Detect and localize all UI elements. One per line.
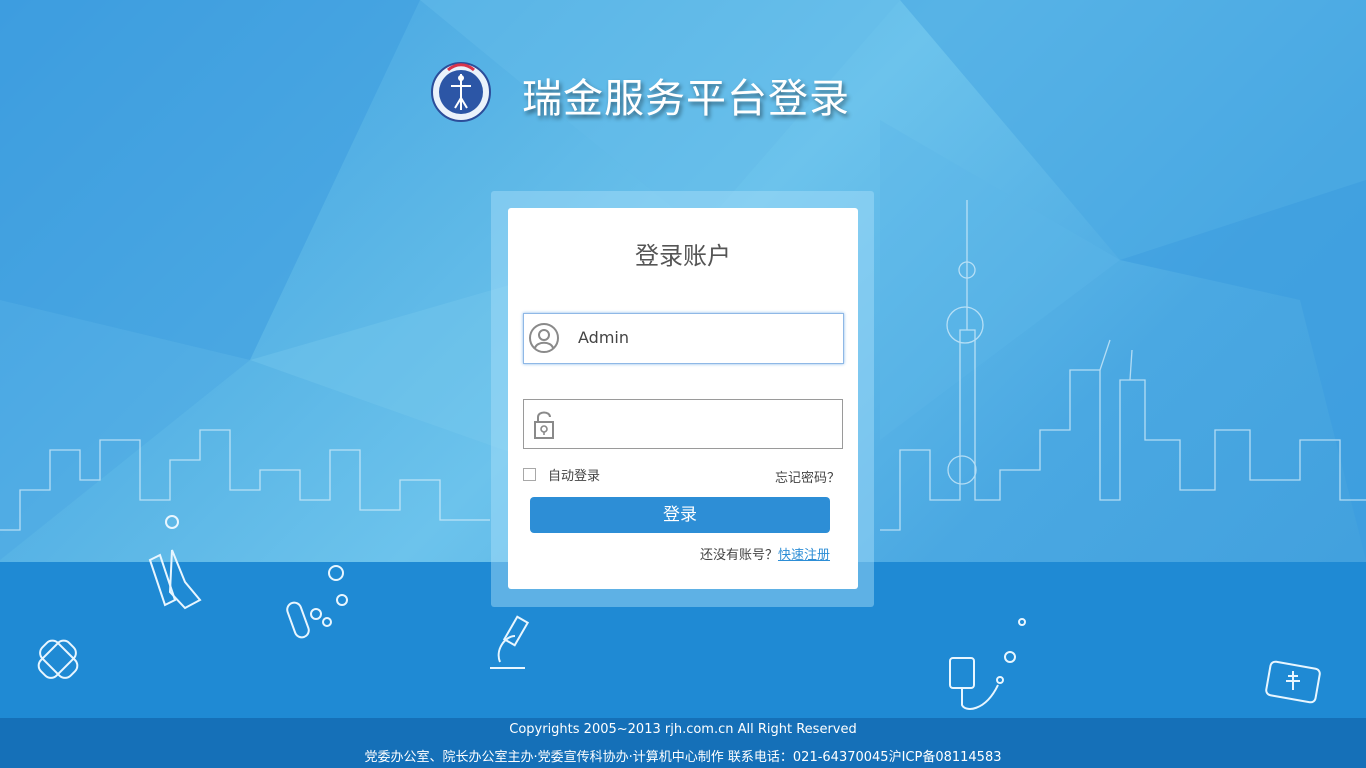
- microscope-icon: [490, 615, 530, 669]
- test-tube-icon: [148, 515, 202, 610]
- iv-drip-icon: [949, 618, 1026, 710]
- username-field[interactable]: [523, 313, 844, 364]
- signup-link[interactable]: 快速注册: [778, 548, 830, 563]
- remember-me[interactable]: 自动登录: [523, 465, 601, 484]
- forgot-password-link[interactable]: 忘记密码？: [775, 467, 840, 486]
- login-panel-title: 登录账户: [635, 242, 731, 270]
- remember-label: 自动登录: [548, 468, 601, 484]
- footer: Copyrights 2005~2013 rjh.com.cn All Righ…: [0, 718, 1366, 768]
- copyright-text: Copyrights 2005~2013 rjh.com.cn All Righ…: [509, 722, 857, 737]
- login-button[interactable]: 登录: [530, 497, 830, 533]
- password-input[interactable]: [578, 408, 828, 438]
- remember-checkbox[interactable]: [523, 467, 536, 481]
- medical-kit-icon: [1265, 660, 1321, 704]
- login-page: 瑞金服务平台登录 登录账户 自动登录 忘记密码？ 登: [0, 0, 1366, 768]
- ruijin-hospital-logo-icon: [431, 62, 491, 122]
- signup-prompt: 还没有账号？: [699, 548, 778, 563]
- password-field[interactable]: [523, 399, 843, 449]
- login-panel: 登录账户 自动登录 忘记密码？ 登录 还没有账号？快速注册: [508, 208, 858, 589]
- page-title: 瑞金服务平台登录: [522, 76, 850, 122]
- footer-credits: 党委办公室、院长办公室主办·党委宣传科协办·计算机中心制作 联系电话：021-6…: [364, 750, 1002, 765]
- lock-icon: [534, 411, 554, 439]
- user-icon: [529, 323, 559, 353]
- bandage-icon: [37, 639, 79, 679]
- pill-icon: [286, 565, 348, 639]
- username-input[interactable]: [578, 322, 828, 352]
- signup-row: 还没有账号？快速注册: [700, 544, 830, 563]
